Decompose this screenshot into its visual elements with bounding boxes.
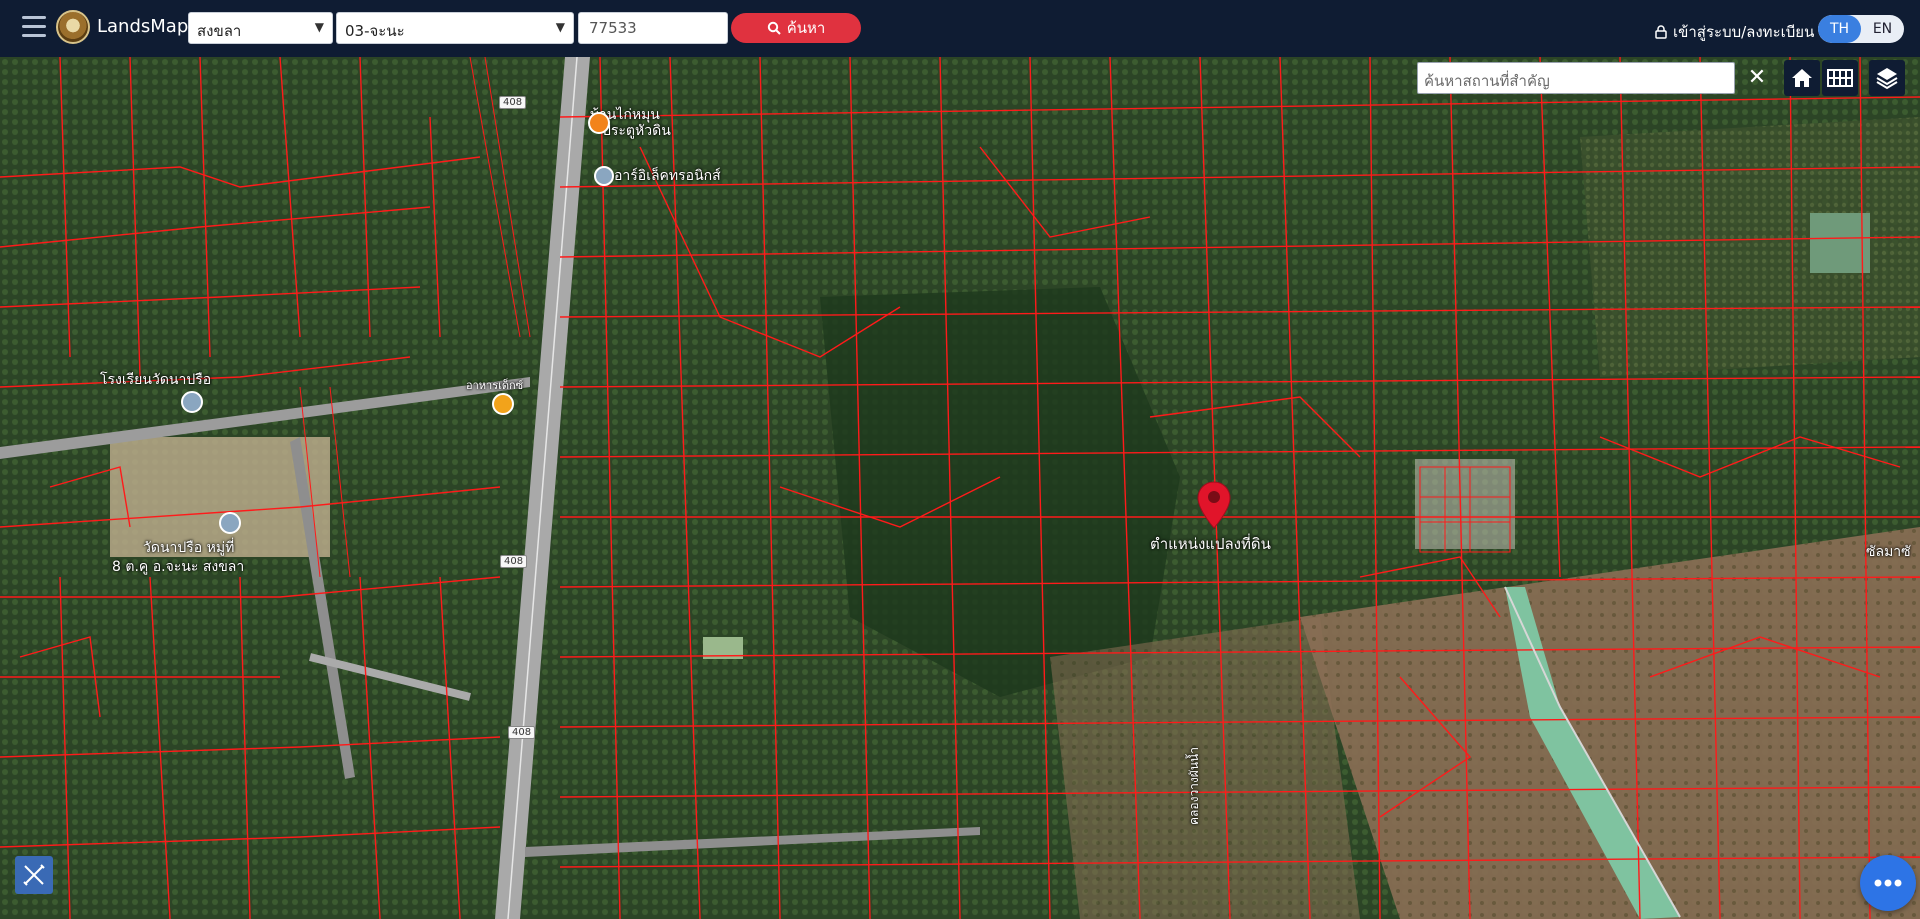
province-select-value: สงขลา xyxy=(197,22,242,40)
grid-icon[interactable] xyxy=(1822,60,1858,96)
language-toggle: TH EN xyxy=(1818,15,1904,43)
poi-label-temple-addr: 8 ต.คู อ.จะนะ สงขลา xyxy=(112,559,245,575)
route-shield: 408 xyxy=(500,555,528,568)
lang-th-button[interactable]: TH xyxy=(1818,15,1861,43)
brand-name: LandsMaps xyxy=(97,16,198,37)
close-icon[interactable]: ✕ xyxy=(1745,64,1769,92)
lang-en-button[interactable]: EN xyxy=(1861,15,1904,43)
ruler-icon[interactable] xyxy=(15,856,53,894)
chevron-down-icon: ▼ xyxy=(555,20,565,34)
edge-label: ซัลมาซั xyxy=(1866,544,1911,560)
map-canvas[interactable] xyxy=(0,56,1920,919)
map-pin-icon[interactable] xyxy=(1196,480,1232,530)
top-bar: LandsMaps สงขลา ▼ 03-จะนะ ▼ 77533 ค้นหา … xyxy=(0,0,1920,57)
district-select-value: 03-จะนะ xyxy=(345,22,405,40)
search-button[interactable]: ค้นหา xyxy=(731,13,861,43)
route-shield: 408 xyxy=(499,96,527,109)
poi-label-shop2: อาร์อิเล็คทรอนิกส์ xyxy=(614,168,721,184)
login-label: เข้าสู่ระบบ/ลงทะเบียน xyxy=(1673,23,1815,41)
chat-icon[interactable] xyxy=(1860,855,1916,911)
chevron-down-icon: ▼ xyxy=(314,20,324,34)
food-pin-icon[interactable] xyxy=(492,393,514,415)
district-select[interactable]: 03-จะนะ ▼ xyxy=(336,12,574,44)
layers-icon[interactable] xyxy=(1869,60,1905,96)
temple-pin-icon[interactable] xyxy=(219,512,241,534)
shop-pin-icon[interactable] xyxy=(594,166,614,186)
search-icon xyxy=(767,21,781,35)
parcel-number-input[interactable]: 77533 xyxy=(578,12,728,44)
province-select[interactable]: สงขลา ▼ xyxy=(188,12,333,44)
app: บ้านไก่หมุน ประตูหัวดิน อาร์อิเล็คทรอนิก… xyxy=(0,0,1920,919)
restaurant-pin-icon[interactable] xyxy=(588,112,610,134)
menu-icon[interactable] xyxy=(22,16,46,38)
poi-label-shop1b: ประตูหัวดิน xyxy=(602,123,671,139)
marker-label: ตำแหน่งแปลงที่ดิน xyxy=(1150,535,1271,553)
login-link[interactable]: เข้าสู่ระบบ/ลงทะเบียน xyxy=(1655,20,1814,44)
satellite-map[interactable] xyxy=(0,56,1920,919)
landsmaps-logo xyxy=(56,10,90,44)
lock-icon xyxy=(1655,25,1667,39)
home-icon[interactable] xyxy=(1784,60,1820,96)
poi-label-school: โรงเรียนวัดนาปรือ xyxy=(100,372,212,388)
route-shield: 408 xyxy=(508,726,536,739)
poi-label-restaurant: อาหารเด็กซ์ xyxy=(466,379,524,392)
place-search-input[interactable]: ค้นหาสถานที่สำคัญ xyxy=(1417,62,1735,94)
canal-label: คลองวางผันน้ำ xyxy=(1187,747,1201,825)
school-pin-icon[interactable] xyxy=(181,391,203,413)
search-button-label: ค้นหา xyxy=(786,19,826,37)
